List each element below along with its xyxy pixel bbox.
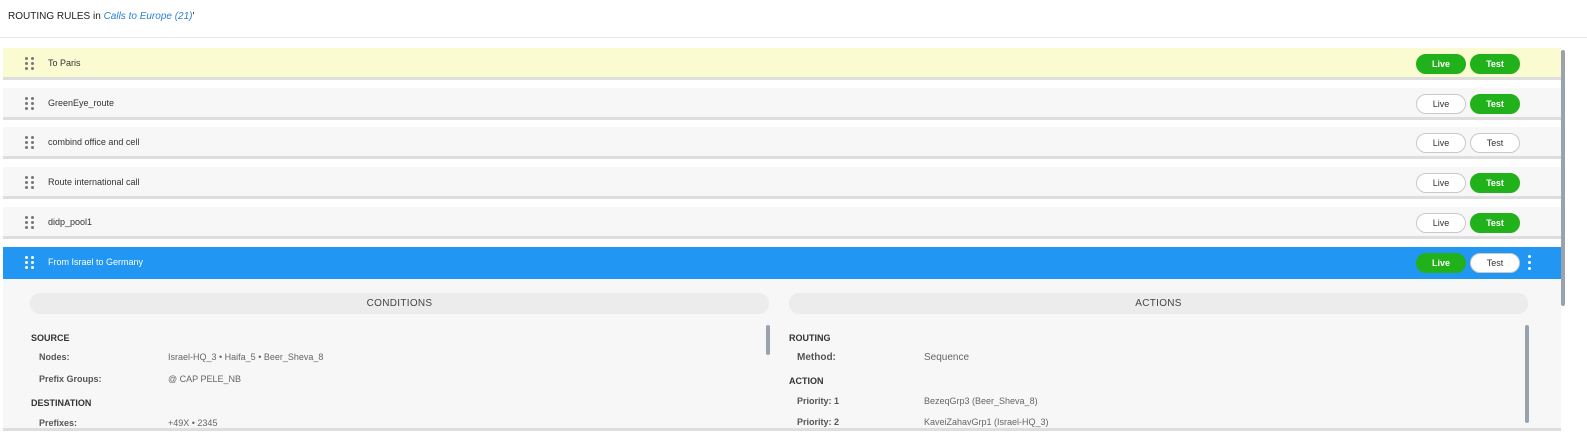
conditions-header: CONDITIONS — [30, 293, 769, 314]
conditions-scrollbar[interactable] — [766, 325, 770, 355]
test-toggle-button[interactable]: Test — [1470, 173, 1520, 193]
method-label: Method: — [797, 352, 836, 363]
rule-name: From Israel to Germany — [48, 257, 144, 267]
priority-2-label: Priority: 2 — [797, 417, 840, 427]
test-toggle-button[interactable]: Test — [1470, 54, 1520, 74]
drag-handle-icon[interactable] — [25, 97, 35, 110]
more-options-icon[interactable] — [1525, 255, 1533, 270]
page-title-suffix: ' — [192, 11, 195, 22]
prefixes-value: +49X • 2345 — [168, 418, 218, 428]
actions-header: ACTIONS — [789, 293, 1528, 314]
rule-group-link[interactable]: Calls to Europe (21) — [104, 11, 193, 22]
live-toggle-button[interactable]: Live — [1416, 253, 1466, 273]
page-title-prefix: ROUTING RULES in — [8, 11, 101, 22]
test-toggle-button[interactable]: Test — [1470, 253, 1520, 273]
rule-row-greeneye-route[interactable]: GreenEye_route Live Test — [3, 88, 1561, 120]
page-title: ROUTING RULES in Calls to Europe (21)' — [8, 11, 194, 22]
drag-handle-icon[interactable] — [25, 256, 35, 269]
prefix-groups-value: @ CAP PELE_NB — [168, 374, 242, 384]
prefixes-label: Prefixes: — [39, 418, 78, 428]
source-section-title: SOURCE — [31, 333, 70, 343]
rule-name: To Paris — [48, 58, 81, 68]
rule-name: GreenEye_route — [48, 98, 115, 108]
rule-row-from-israel-to-germany[interactable]: From Israel to Germany Live Test — [3, 247, 1561, 279]
routing-section-title: ROUTING — [789, 333, 831, 343]
rule-row-didp-pool1[interactable]: didp_pool1 Live Test — [3, 207, 1561, 239]
action-section-title: ACTION — [789, 376, 824, 386]
rule-details-panel: CONDITIONS SOURCE Nodes: Israel-HQ_3 • H… — [3, 279, 1561, 431]
drag-handle-icon[interactable] — [25, 216, 35, 229]
drag-handle-icon[interactable] — [25, 57, 35, 70]
rule-name: combind office and cell — [48, 137, 140, 147]
priority-1-label: Priority: 1 — [797, 396, 840, 406]
page-header: ROUTING RULES in Calls to Europe (21)' — [0, 0, 1587, 38]
live-toggle-button[interactable]: Live — [1416, 94, 1466, 114]
priority-1-value: BezeqGrp3 (Beer_Sheva_8) — [924, 396, 1038, 406]
live-toggle-button[interactable]: Live — [1416, 133, 1466, 153]
rule-row-to-paris[interactable]: To Paris Live Test — [3, 48, 1561, 80]
method-value: Sequence — [924, 352, 970, 363]
page-scrollbar[interactable] — [1561, 50, 1565, 306]
prefix-groups-label: Prefix Groups: — [39, 374, 102, 384]
test-toggle-button[interactable]: Test — [1470, 213, 1520, 233]
drag-handle-icon[interactable] — [25, 176, 35, 189]
live-toggle-button[interactable]: Live — [1416, 54, 1466, 74]
test-toggle-button[interactable]: Test — [1470, 94, 1520, 114]
rule-row-route-international-call[interactable]: Route international call Live Test — [3, 167, 1561, 199]
priority-2-value: KaveiZahavGrp1 (Israel-HQ_3) — [924, 417, 1049, 427]
nodes-label: Nodes: — [39, 352, 70, 362]
rule-row-combind-office-and-cell[interactable]: combind office and cell Live Test — [3, 127, 1561, 159]
actions-scrollbar[interactable] — [1525, 325, 1529, 423]
test-toggle-button[interactable]: Test — [1470, 133, 1520, 153]
nodes-value: Israel-HQ_3 • Haifa_5 • Beer_Sheva_8 — [168, 352, 324, 362]
rule-name: didp_pool1 — [48, 217, 93, 227]
live-toggle-button[interactable]: Live — [1416, 213, 1466, 233]
drag-handle-icon[interactable] — [25, 136, 35, 149]
destination-section-title: DESTINATION — [31, 398, 92, 408]
live-toggle-button[interactable]: Live — [1416, 173, 1466, 193]
rule-name: Route international call — [48, 177, 140, 187]
